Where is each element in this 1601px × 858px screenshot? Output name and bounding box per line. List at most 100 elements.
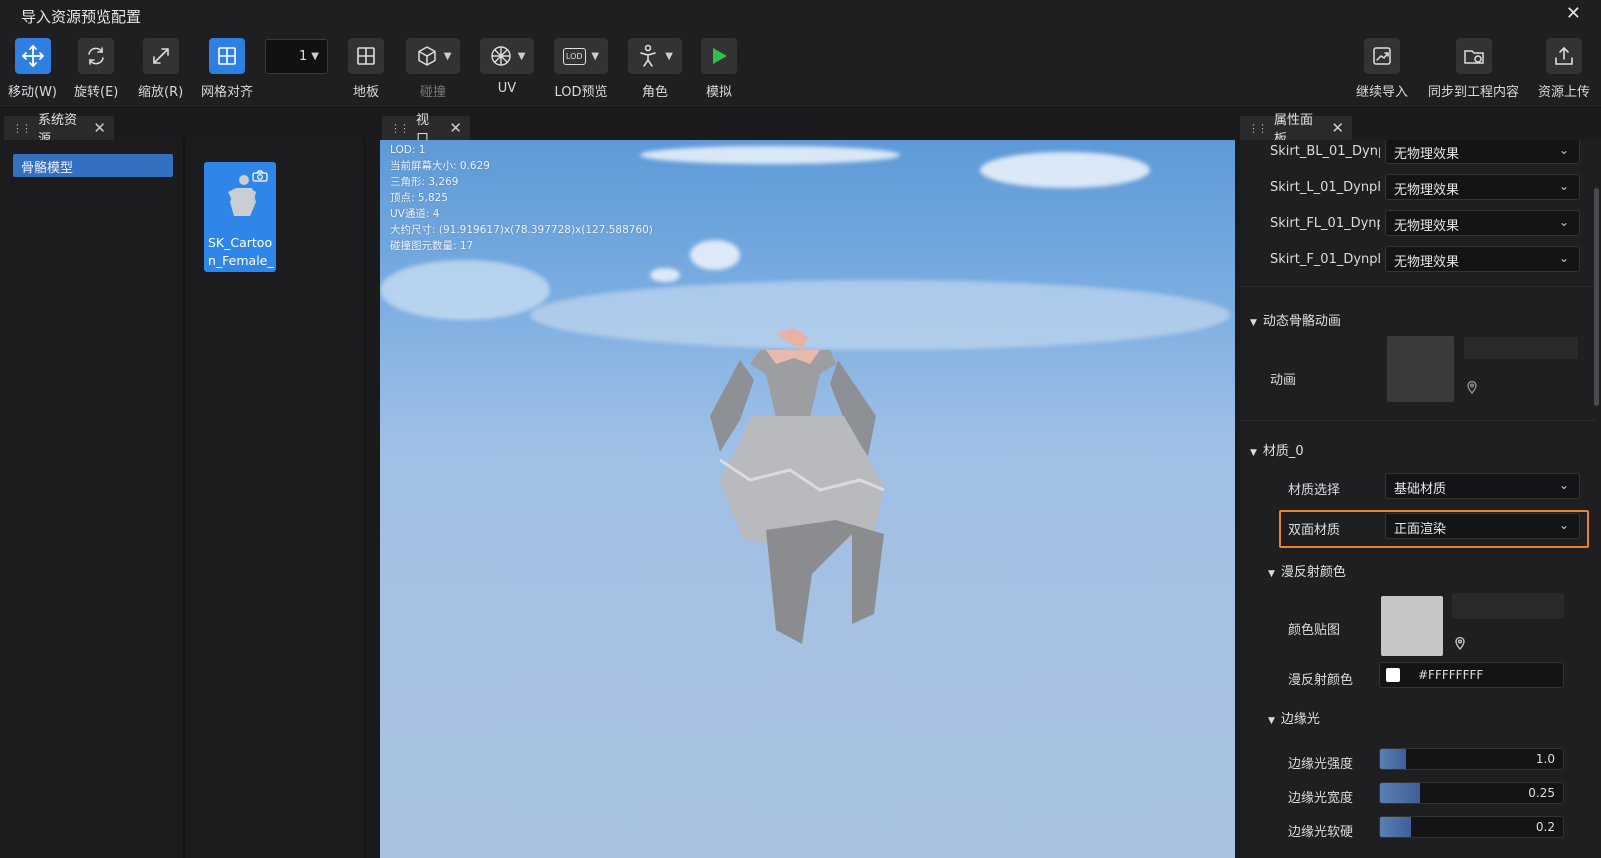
grid-align-button[interactable]: 网格对齐 [201, 38, 253, 100]
chevron-down-icon: ⌄ [1558, 179, 1569, 193]
floor-label: 地板 [352, 85, 379, 100]
simulate-label: 模拟 [705, 85, 732, 100]
section-rim-light[interactable]: ▼ 边缘光 [1268, 708, 1320, 727]
upload-icon [1546, 38, 1582, 74]
viewport-3d[interactable]: LOD: 1 当前屏幕大小: 0.629 三角形: 3,269 顶点: 5,82… [380, 140, 1235, 858]
close-tab-icon[interactable]: ✕ [1331, 119, 1344, 137]
locate-pin-icon[interactable] [1454, 636, 1466, 650]
bone-name: Skirt_BL_01_Dynphy [1270, 144, 1380, 159]
double-sided-dropdown[interactable]: 正面渲染 ⌄ [1385, 513, 1580, 539]
close-tab-icon[interactable]: ✕ [93, 119, 106, 137]
color-swatch[interactable] [1386, 668, 1400, 682]
animation-field[interactable] [1464, 337, 1578, 359]
tab-system-resources[interactable]: ⋮⋮ 系统资源 ✕ [4, 113, 114, 147]
bone-row: Skirt_FL_01_Dynphy 无物理效果 ⌄ [1240, 210, 1595, 236]
stat-approx-size: 大约尺寸: (91.919617)x(78.397728)x(127.58876… [390, 224, 653, 236]
bone-physics-dropdown[interactable]: 无物理效果 ⌄ [1385, 174, 1580, 200]
chevron-down-icon: ⌄ [1558, 478, 1569, 492]
collision-button[interactable]: ▼ 碰撞 [406, 38, 460, 100]
asset-card[interactable]: SK_Cartoon_Female_ [204, 162, 276, 272]
grid-icon [209, 38, 245, 74]
continue-import-button[interactable]: 继续导入 [1356, 38, 1408, 100]
cloud [380, 260, 550, 320]
drag-handle-icon[interactable]: ⋮⋮ [12, 122, 32, 135]
scale-tool-button[interactable]: 缩放(R) [138, 38, 183, 100]
floor-button[interactable]: 地板 [348, 38, 384, 100]
character-model[interactable] [680, 320, 920, 660]
sync-project-button[interactable]: 同步到工程内容 [1428, 38, 1519, 100]
section-dynamic-bone-anim[interactable]: ▼ 动态骨骼动画 [1250, 310, 1341, 329]
stat-uv-channels: UV通道: 4 [390, 208, 440, 220]
character-label: 角色 [641, 85, 668, 100]
tab-viewport[interactable]: ⋮⋮ 视口 ✕ [382, 113, 470, 147]
viewport-stats: LOD: 1 当前屏幕大小: 0.629 三角形: 3,269 顶点: 5,82… [390, 142, 653, 254]
cloud [650, 268, 680, 282]
rim-softness-label: 边缘光软硬 [1288, 825, 1354, 840]
section-material-0[interactable]: ▼ 材质_0 [1250, 440, 1304, 459]
rotate-tool-label: 旋转(E) [74, 85, 119, 100]
bone-physics-dropdown[interactable]: 无物理效果 ⌄ [1385, 210, 1580, 236]
material-select-value: 基础材质 [1394, 482, 1447, 497]
character-button[interactable]: ▼ 角色 [628, 38, 682, 100]
drag-handle-icon[interactable]: ⋮⋮ [390, 122, 410, 135]
diffuse-color-label: 漫反射颜色 [1288, 673, 1354, 688]
diffuse-color-field[interactable]: #FFFFFFFF [1379, 662, 1564, 688]
close-tab-icon[interactable]: ✕ [449, 119, 462, 137]
rim-softness-slider[interactable]: 0.2 [1379, 816, 1564, 838]
stat-screen-size: 当前屏幕大小: 0.629 [390, 160, 490, 172]
move-icon [14, 38, 51, 74]
section-title: 材质_0 [1262, 444, 1304, 459]
chart-up-icon [1364, 38, 1400, 74]
simulate-button[interactable]: 模拟 [701, 38, 737, 100]
slider-fill [1380, 783, 1421, 803]
material-select-dropdown[interactable]: 基础材质 ⌄ [1385, 473, 1580, 499]
locate-pin-icon[interactable] [1466, 380, 1478, 394]
chevron-down-icon: ▼ [517, 50, 526, 62]
lod-preview-label: LOD预览 [554, 85, 608, 100]
rotate-tool-button[interactable]: 旋转(E) [74, 38, 118, 100]
close-window-icon[interactable]: ✕ [1566, 3, 1581, 24]
cloud [640, 146, 900, 164]
slider-value: 0.25 [1528, 786, 1555, 800]
move-tool-label: 移动(W) [8, 85, 57, 100]
stat-lod: LOD: 1 [390, 144, 426, 156]
bone-physics-dropdown[interactable]: 无物理效果 ⌄ [1385, 246, 1580, 272]
rim-intensity-slider[interactable]: 1.0 [1379, 748, 1564, 770]
animation-slot[interactable] [1387, 336, 1454, 402]
chevron-down-icon: ⌄ [1558, 251, 1569, 265]
upload-button[interactable]: 资源上传 [1538, 38, 1590, 100]
play-icon [701, 38, 737, 74]
section-title: 边缘光 [1280, 712, 1320, 727]
drag-handle-icon[interactable]: ⋮⋮ [1248, 122, 1268, 135]
divider [1240, 286, 1595, 287]
section-diffuse-color[interactable]: ▼ 漫反射颜色 [1268, 561, 1346, 580]
upload-label: 资源上传 [1538, 85, 1591, 100]
color-map-slot[interactable] [1381, 596, 1443, 656]
stat-triangles: 三角形: 3,269 [390, 176, 459, 188]
category-skeletal-model[interactable]: 骨骼模型 [13, 154, 173, 177]
uv-icon: ▼ [480, 38, 534, 74]
scale-tool-label: 缩放(R) [138, 85, 184, 100]
bone-name: Skirt_L_01_Dynphy [1270, 180, 1380, 195]
bone-row: Skirt_BL_01_Dynphy 无物理效果 ⌄ [1240, 140, 1595, 164]
chevron-down-icon: ⌄ [1558, 518, 1569, 532]
uv-button[interactable]: ▼ UV [480, 38, 534, 96]
collision-icon: ▼ [406, 38, 460, 74]
move-tool-button[interactable]: 移动(W) [8, 38, 57, 100]
slider-fill [1380, 817, 1412, 837]
double-sided-label: 双面材质 [1288, 523, 1341, 538]
slider-value: 0.2 [1535, 820, 1555, 834]
animation-label: 动画 [1270, 373, 1297, 388]
asset-grid: SK_Cartoon_Female_ [190, 152, 360, 852]
collapse-triangle-icon: ▼ [1268, 716, 1275, 726]
tab-properties[interactable]: ⋮⋮ 属性面板 ✕ [1240, 113, 1352, 147]
camera-icon[interactable] [252, 170, 268, 182]
lod-level-select[interactable]: 1 ▼ [265, 39, 328, 74]
rim-width-slider[interactable]: 0.25 [1379, 782, 1564, 804]
bone-physics-dropdown[interactable]: 无物理效果 ⌄ [1385, 140, 1580, 164]
color-map-field[interactable] [1452, 593, 1564, 619]
collapse-triangle-icon: ▼ [1268, 569, 1275, 579]
lod-preview-button[interactable]: LOD ▼ LOD预览 [554, 38, 608, 100]
chevron-down-icon: ▼ [665, 50, 673, 62]
slider-fill [1380, 749, 1406, 769]
